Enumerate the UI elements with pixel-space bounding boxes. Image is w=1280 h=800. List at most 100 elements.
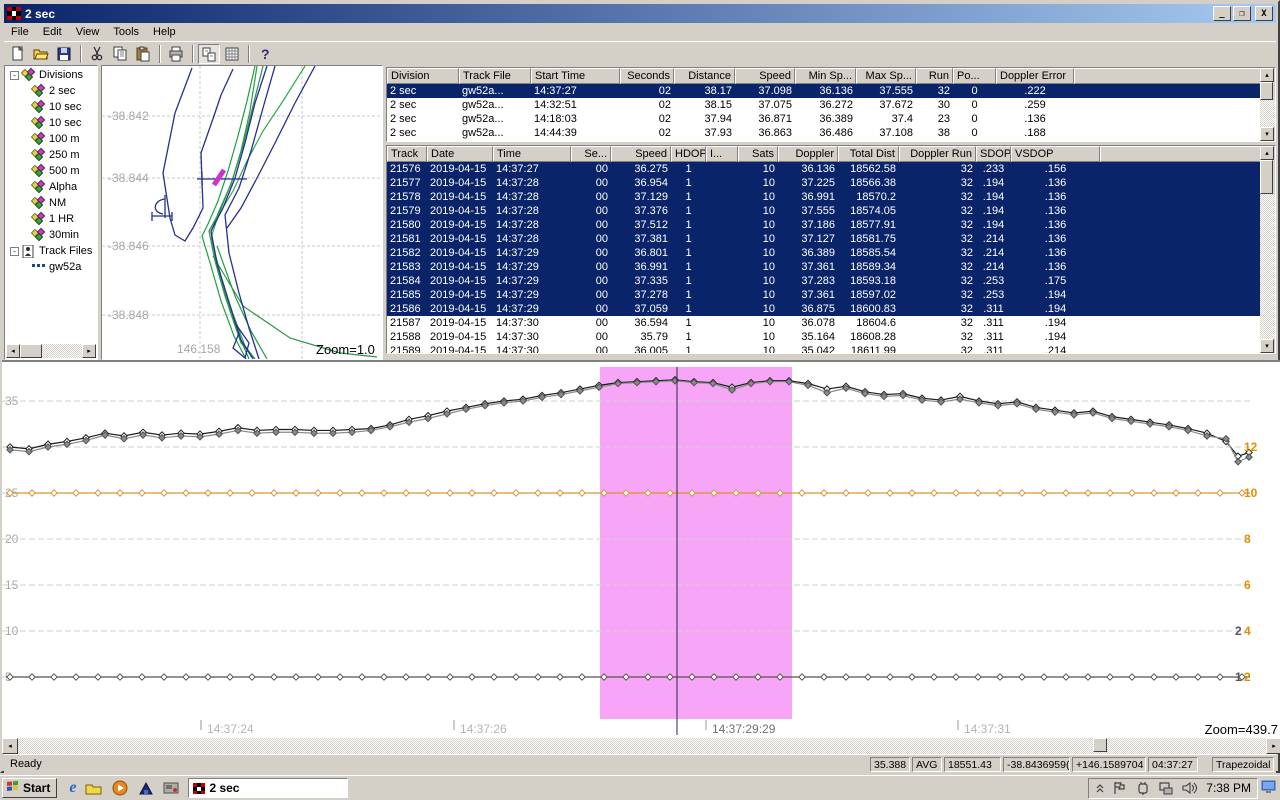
- power-plug-icon[interactable]: [1135, 781, 1151, 795]
- runs-table[interactable]: DivisionTrack FileStart TimeSecondsDista…: [387, 68, 1275, 140]
- table-row[interactable]: 215882019-04-1514:37:300035.7911035.1641…: [387, 330, 1275, 344]
- table-row[interactable]: 2 secgw52a...14:37:270238.1737.09836.136…: [387, 84, 1275, 98]
- internet-explorer-icon[interactable]: e: [69, 779, 76, 797]
- points-table-scrollbar[interactable]: ▴ ▾: [1260, 146, 1275, 353]
- table-row[interactable]: 215832019-04-1514:37:290036.99111037.361…: [387, 260, 1275, 274]
- menu-tools[interactable]: Tools: [106, 24, 146, 40]
- flag-icon[interactable]: [1112, 781, 1128, 795]
- app-icon-gray[interactable]: [163, 781, 180, 795]
- menu-file[interactable]: File: [4, 24, 36, 40]
- column-header[interactable]: SDOP: [976, 146, 1011, 162]
- sidebar-item-1-hr[interactable]: 1 HR: [6, 211, 96, 227]
- scrollbar-thumb[interactable]: [1093, 738, 1107, 752]
- column-header[interactable]: Doppler Error: [996, 68, 1074, 84]
- save-button[interactable]: [53, 44, 75, 64]
- tree-collapse-box[interactable]: -: [10, 247, 19, 256]
- help-button[interactable]: ?: [254, 44, 276, 64]
- column-header[interactable]: VSDOP: [1011, 146, 1100, 162]
- folder-icon[interactable]: [85, 781, 103, 796]
- title-bar[interactable]: 2 sec _ ❐ X: [4, 4, 1276, 23]
- sidebar-item-2-sec[interactable]: 2 sec: [6, 83, 96, 99]
- speed-chart-panel[interactable]: 35252015105121086241214:37:2414:37:2614:…: [2, 360, 1280, 754]
- scroll-right-button[interactable]: ▸: [82, 344, 96, 358]
- tree-collapse-box[interactable]: -: [10, 71, 19, 80]
- table-row[interactable]: 2 secgw52a...14:32:510238.1537.07536.272…: [387, 98, 1275, 112]
- close-button[interactable]: X: [1255, 6, 1273, 21]
- table-row[interactable]: 215802019-04-1514:37:280037.51211037.186…: [387, 218, 1275, 232]
- window-mode-button[interactable]: [198, 44, 220, 64]
- menu-edit[interactable]: Edit: [36, 24, 69, 40]
- table-view-button[interactable]: [221, 44, 243, 64]
- column-header[interactable]: Max Sp...: [856, 68, 916, 84]
- cut-button[interactable]: [86, 44, 108, 64]
- scrollbar-track[interactable]: [18, 738, 1266, 754]
- scroll-down-button[interactable]: ▾: [1260, 339, 1274, 353]
- column-header[interactable]: I...: [706, 146, 738, 162]
- media-player-icon[interactable]: [112, 780, 129, 797]
- table-row[interactable]: 215762019-04-1514:37:270036.27511036.136…: [387, 162, 1275, 176]
- app-icon-blue[interactable]: [138, 781, 154, 796]
- table-row[interactable]: 215862019-04-1514:37:290037.05911036.875…: [387, 302, 1275, 316]
- column-header[interactable]: Division: [387, 68, 459, 84]
- scrollbar-track[interactable]: [1260, 194, 1275, 339]
- copy-button[interactable]: [109, 44, 131, 64]
- table-row[interactable]: 2 secgw52a...14:44:390237.9336.86336.486…: [387, 126, 1275, 140]
- column-header[interactable]: Speed: [611, 146, 671, 162]
- track-map[interactable]: -38.842-38.844-38.846-38.848146.158Zoom=…: [102, 66, 382, 359]
- menu-help[interactable]: Help: [146, 24, 183, 40]
- sidebar-item-100-m[interactable]: 100 m: [6, 131, 96, 147]
- tree-root-divisions[interactable]: -Divisions: [6, 67, 96, 83]
- sidebar-item-10-sec[interactable]: 10 sec: [6, 115, 96, 131]
- tree-root-track-files[interactable]: -Track Files: [6, 243, 96, 259]
- column-header[interactable]: Track File: [459, 68, 531, 84]
- column-header[interactable]: Se...: [571, 146, 611, 162]
- show-desktop-icon[interactable]: [1260, 779, 1278, 795]
- column-header[interactable]: Po...: [953, 68, 996, 84]
- table-row[interactable]: 2 secgw52a...14:18:030237.9436.87136.389…: [387, 112, 1275, 126]
- table-row[interactable]: 215842019-04-1514:37:290037.33511037.283…: [387, 274, 1275, 288]
- column-header[interactable]: Date: [427, 146, 493, 162]
- column-header[interactable]: Time: [493, 146, 571, 162]
- volume-icon[interactable]: [1181, 781, 1197, 795]
- scrollbar-thumb[interactable]: [1260, 82, 1273, 100]
- column-header[interactable]: Speed: [735, 68, 795, 84]
- tree-horizontal-scrollbar[interactable]: ◂ ▸: [6, 344, 96, 358]
- new-button[interactable]: [7, 44, 29, 64]
- table-row[interactable]: 215892019-04-1514:37:300036.00511035.042…: [387, 344, 1275, 354]
- scrollbar-thumb[interactable]: [1260, 160, 1273, 194]
- scroll-left-button[interactable]: ◂: [6, 344, 20, 358]
- column-header[interactable]: Total Dist: [838, 146, 899, 162]
- table-row[interactable]: 215792019-04-1514:37:280037.37611037.555…: [387, 204, 1275, 218]
- restore-button[interactable]: ❐: [1233, 6, 1251, 21]
- column-header[interactable]: Track: [387, 146, 427, 162]
- table-row[interactable]: 215872019-04-1514:37:300036.59411036.078…: [387, 316, 1275, 330]
- taskbar-window-button[interactable]: 2 sec: [188, 778, 348, 798]
- scroll-up-button[interactable]: ▴: [1260, 68, 1274, 82]
- table-row[interactable]: 215772019-04-1514:37:280036.95411037.225…: [387, 176, 1275, 190]
- scrollbar-thumb[interactable]: [20, 344, 42, 358]
- scrollbar-track[interactable]: [42, 344, 82, 358]
- start-button[interactable]: Start: [2, 778, 57, 798]
- menu-view[interactable]: View: [69, 24, 107, 40]
- table-row[interactable]: 215852019-04-1514:37:290037.27811037.361…: [387, 288, 1275, 302]
- sidebar-item-250-m[interactable]: 250 m: [6, 147, 96, 163]
- column-header[interactable]: Seconds: [620, 68, 674, 84]
- column-header[interactable]: Start Time: [531, 68, 620, 84]
- scroll-right-button[interactable]: ▸: [1266, 738, 1280, 754]
- minimize-button[interactable]: _: [1213, 6, 1231, 21]
- column-header[interactable]: Sats: [738, 146, 778, 162]
- scrollbar-track[interactable]: [1260, 100, 1275, 127]
- sidebar-item-10-sec[interactable]: 10 sec: [6, 99, 96, 115]
- scroll-up-button[interactable]: ▴: [1260, 146, 1274, 160]
- hidden-icons-chevron[interactable]: [1095, 782, 1105, 794]
- column-header[interactable]: Doppler Run: [899, 146, 976, 162]
- paste-button[interactable]: [132, 44, 154, 64]
- table-row[interactable]: 215812019-04-1514:37:280037.38111037.127…: [387, 232, 1275, 246]
- column-header[interactable]: Min Sp...: [795, 68, 856, 84]
- clock[interactable]: 7:38 PM: [1206, 781, 1251, 795]
- track-map-panel[interactable]: -38.842-38.844-38.846-38.848146.158Zoom=…: [101, 65, 383, 360]
- runs-table-scrollbar[interactable]: ▴ ▾: [1260, 68, 1275, 141]
- scroll-left-button[interactable]: ◂: [2, 738, 18, 754]
- scroll-down-button[interactable]: ▾: [1260, 127, 1274, 141]
- sidebar-item-30min[interactable]: 30min: [6, 227, 96, 243]
